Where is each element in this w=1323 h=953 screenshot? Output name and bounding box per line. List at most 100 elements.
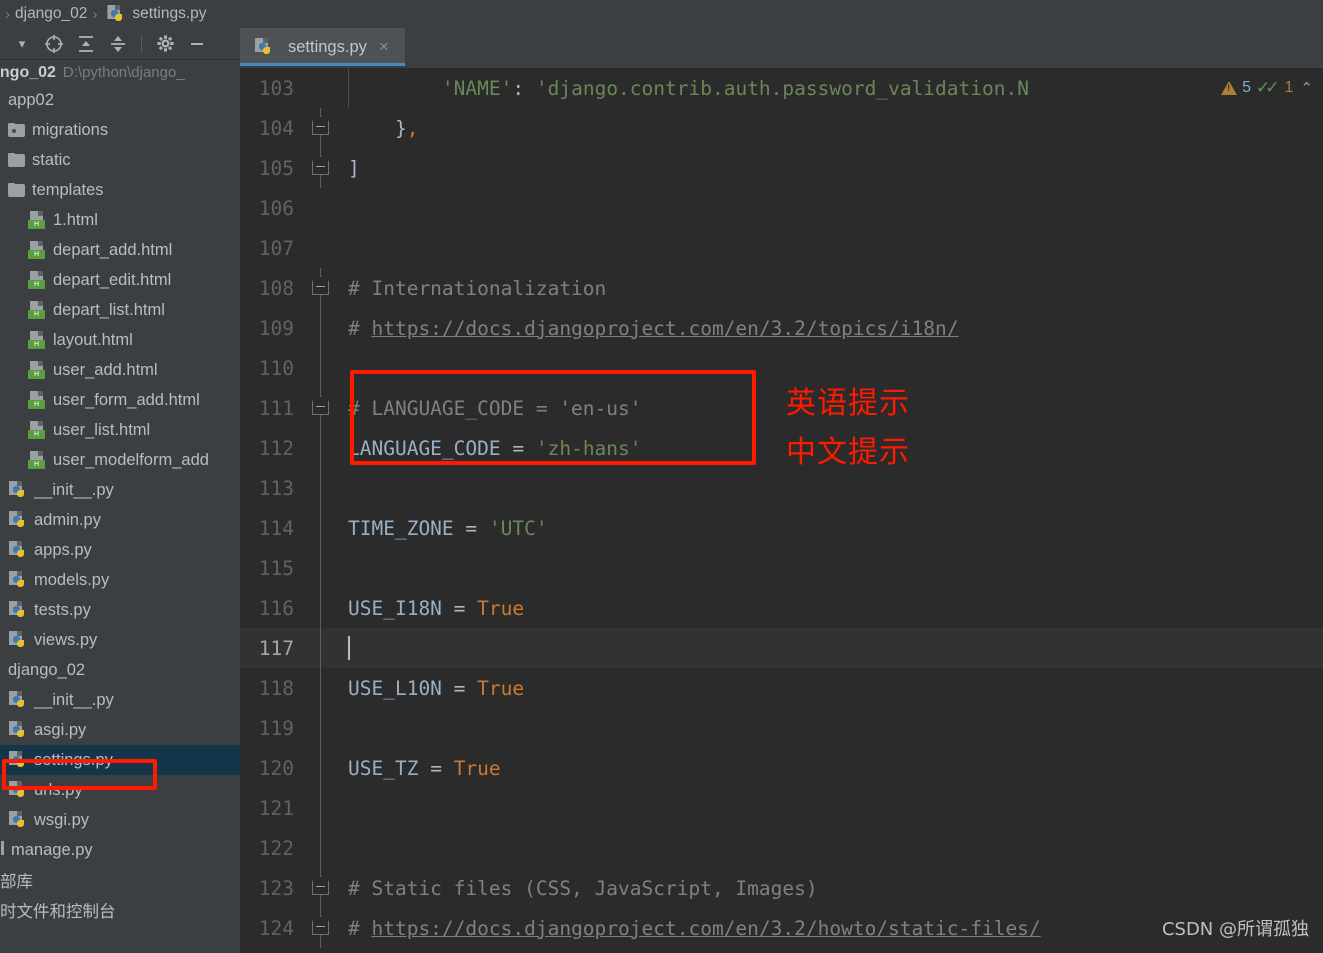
tree-item--init-py[interactable]: __init__.py [0,685,240,715]
fold-gutter[interactable] [300,828,342,868]
code-line-124[interactable]: 124 # https://docs.djangoproject.com/en/3… [240,908,1323,948]
fold-gutter[interactable] [300,708,342,748]
line-number: 107 [258,236,294,260]
collapse-all-icon[interactable] [104,31,132,57]
tree-item-depart-list-html[interactable]: Hdepart_list.html [0,295,240,325]
fold-gutter[interactable] [300,108,342,148]
fold-gutter[interactable] [300,868,342,908]
tree-item--[interactable]: 部库 [0,865,240,895]
code-token[interactable]: https://docs.djangoproject.com/en/3.2/to… [371,317,958,340]
fold-gutter[interactable] [300,68,342,108]
fold-gutter[interactable] [300,468,342,508]
tree-item-user-form-add-html[interactable]: Huser_form_add.html [0,385,240,415]
fold-gutter[interactable] [300,188,342,228]
code-line-110[interactable]: 110 [240,348,1323,388]
code-line-108[interactable]: 108 # Internationalization [240,268,1323,308]
code-line-115[interactable]: 115 [240,548,1323,588]
tree-item-1-html[interactable]: H 1.html [0,205,240,235]
fold-gutter[interactable] [300,908,342,948]
tree-item-templates[interactable]: templates [0,175,240,205]
tree-item-views-py[interactable]: views.py [0,625,240,655]
project-root-header[interactable]: ango_02 D:\python\django_ [0,60,240,85]
fold-gutter[interactable] [300,428,342,468]
code-line-122[interactable]: 122 [240,828,1323,868]
scroll-marker-track[interactable] [1309,68,1323,953]
tree-item-depart-edit-html[interactable]: Hdepart_edit.html [0,265,240,295]
code-line-103[interactable]: 103 'NAME': 'django.contrib.auth.passwor… [240,68,1323,108]
expand-all-icon[interactable] [72,31,100,57]
tree-item-models-py[interactable]: models.py [0,565,240,595]
code-line-121[interactable]: 121 [240,788,1323,828]
locate-target-icon[interactable] [40,31,68,57]
tree-item-depart-add-html[interactable]: Hdepart_add.html [0,235,240,265]
code-text: ] [342,157,1323,180]
breadcrumb-item-file[interactable]: settings.py [132,5,206,23]
code-line-107[interactable]: 107 [240,228,1323,268]
code-line-106[interactable]: 106 [240,188,1323,228]
tree-item-layout-html[interactable]: Hlayout.html [0,325,240,355]
code-line-112[interactable]: 112 LANGUAGE_CODE = 'zh-hans' [240,428,1323,468]
tree-item-user-list-html[interactable]: Huser_list.html [0,415,240,445]
hide-panel-icon[interactable] [183,31,211,57]
fold-gutter[interactable] [300,308,342,348]
code-token[interactable]: https://docs.djangoproject.com/en/3.2/ho… [371,917,1040,940]
fold-gutter[interactable] [300,548,342,588]
breadcrumb-item-project[interactable]: django_02 [15,5,87,23]
fold-collapse-icon[interactable] [312,156,329,175]
code-line-109[interactable]: 109 # https://docs.djangoproject.com/en/3… [240,308,1323,348]
tree-item-django-02[interactable]: django_02 [0,655,240,685]
python-file-icon [8,781,27,799]
fold-gutter[interactable] [300,788,342,828]
fold-gutter[interactable] [300,628,342,668]
fold-gutter[interactable] [300,668,342,708]
tree-item-tests-py[interactable]: tests.py [0,595,240,625]
code-line-120[interactable]: 120 USE_TZ = True [240,748,1323,788]
fold-collapse-icon[interactable] [312,116,329,135]
fold-gutter[interactable] [300,348,342,388]
tree-item-user-modelform-add[interactable]: Huser_modelform_add [0,445,240,475]
tree-item-settings-py[interactable]: settings.py [0,745,240,775]
tree-item-apps-py[interactable]: apps.py [0,535,240,565]
code-line-116[interactable]: 116 USE_I18N = True [240,588,1323,628]
code-line-114[interactable]: 114 TIME_ZONE = 'UTC' [240,508,1323,548]
fold-gutter[interactable] [300,388,342,428]
code-line-119[interactable]: 119 [240,708,1323,748]
code-line-113[interactable]: 113 [240,468,1323,508]
code-line-111[interactable]: 111 # LANGUAGE_CODE = 'en-us' [240,388,1323,428]
fold-collapse-icon[interactable] [312,276,329,295]
close-icon[interactable]: × [379,37,389,57]
tree-item-static[interactable]: static [0,145,240,175]
tree-item-app02[interactable]: app02 [0,85,240,115]
fold-gutter[interactable] [300,508,342,548]
fold-gutter[interactable] [300,748,342,788]
tree-item-wsgi-py[interactable]: wsgi.py [0,805,240,835]
tree-item-user-add-html[interactable]: Huser_add.html [0,355,240,385]
tree-item-urls-py[interactable]: urls.py [0,775,240,805]
code-line-105[interactable]: 105] [240,148,1323,188]
chevron-up-icon[interactable]: ⌃ [1298,79,1315,97]
python-file-icon [106,5,125,23]
code-line-104[interactable]: 104 }, [240,108,1323,148]
tree-item-migrations[interactable]: migrations [0,115,240,145]
tree-item-manage-py[interactable]: manage.py [0,835,240,865]
collapse-dropdown-icon[interactable]: ▾ [8,31,36,57]
fold-collapse-icon[interactable] [312,876,329,895]
fold-gutter[interactable] [300,228,342,268]
code-line-117[interactable]: 117 [240,628,1323,668]
tree-item-asgi-py[interactable]: asgi.py [0,715,240,745]
fold-gutter[interactable] [300,268,342,308]
tree-item-admin-py[interactable]: admin.py [0,505,240,535]
tab-settings-py[interactable]: settings.py × [240,28,405,66]
fold-collapse-icon[interactable] [312,916,329,935]
tree-item--init-py[interactable]: __init__.py [0,475,240,505]
tree-item--[interactable]: 时文件和控制台 [0,895,240,925]
code-line-123[interactable]: 123 # Static files (CSS, JavaScript, Imag… [240,868,1323,908]
settings-gear-icon[interactable] [151,31,179,57]
inspection-status-cluster[interactable]: 5 ✓✓ 1 ⌃ [1221,78,1315,98]
fold-gutter[interactable] [300,148,342,188]
code-line-118[interactable]: 118 USE_L10N = True [240,668,1323,708]
fold-collapse-icon[interactable] [312,396,329,415]
code-editor[interactable]: 103 'NAME': 'django.contrib.auth.passwor… [240,68,1323,953]
fold-gutter[interactable] [300,588,342,628]
